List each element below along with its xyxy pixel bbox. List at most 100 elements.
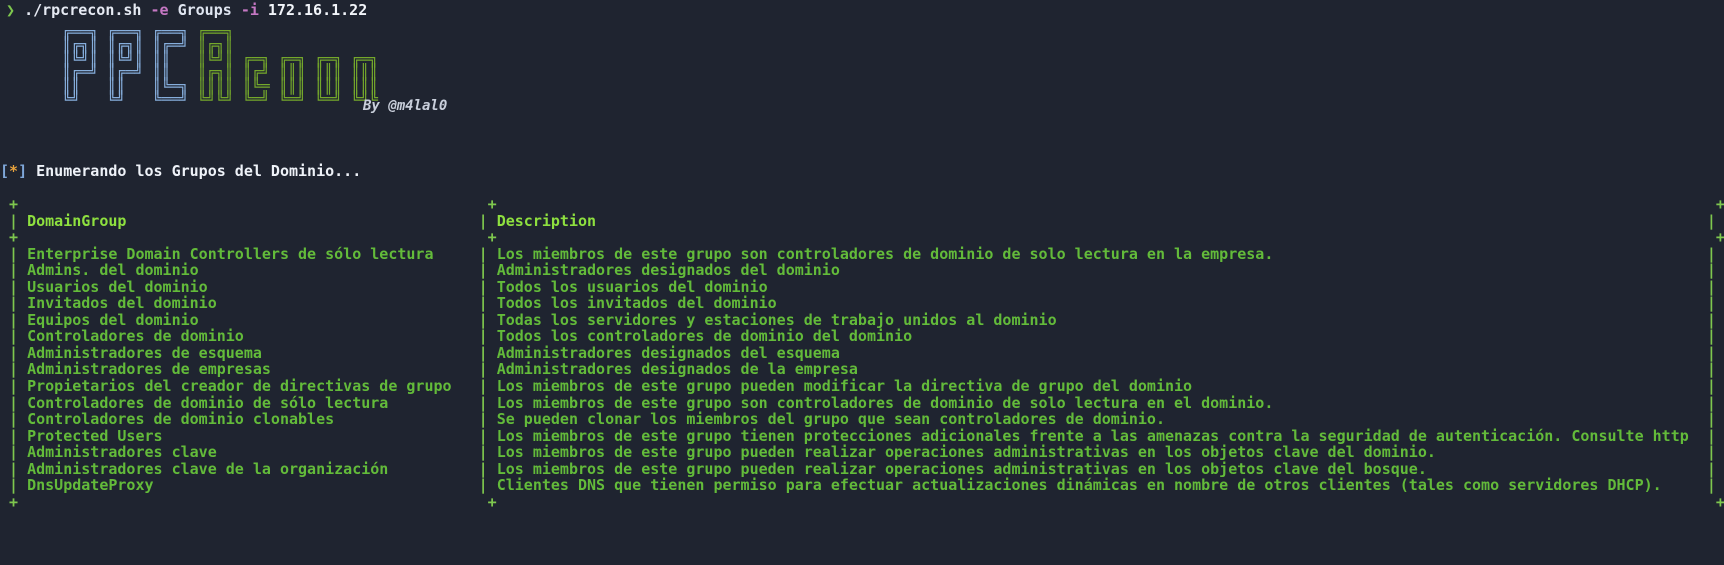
table-row: | Administradores clave | Los miembros d… <box>0 444 1724 461</box>
table-row: | Administradores clave de la organizaci… <box>0 459 1724 478</box>
table-bottom-border: + + + <box>0 494 1724 511</box>
table-row-col2: Los miembros de este grupo son controlad… <box>496 393 1707 412</box>
table-row-col2: Administradores designados de la empresa <box>496 360 1707 379</box>
table-row: | Administradores de esquema | Administr… <box>0 345 1724 362</box>
table-row-col2: Todos los invitados del dominio <box>496 294 1707 313</box>
table-border: | <box>478 393 497 412</box>
table-row-col1: Invitados del dominio <box>27 294 479 313</box>
table-border: | <box>478 277 497 296</box>
table-border: | <box>0 426 28 445</box>
table-row-col2: Administradores designados del dominio <box>496 261 1707 280</box>
table-row-col1: Administradores de esquema <box>27 343 479 362</box>
table-header-row: | DomainGroup | Description | <box>0 211 1724 230</box>
table-row-col1: Administradores de empresas <box>27 360 479 379</box>
table-row: | Invitados del dominio | Todos los invi… <box>0 295 1724 312</box>
table-row-col1: DnsUpdateProxy <box>27 476 479 495</box>
table-border: | <box>0 343 28 362</box>
table-row-col1: Admins. del dominio <box>27 261 479 280</box>
table-row: | Controladores de dominio clonables | S… <box>0 411 1724 428</box>
table-border: | <box>478 459 497 478</box>
table-border: | <box>0 211 28 230</box>
table-border: | <box>478 310 497 329</box>
table-row-col1: Administradores clave de la organización <box>27 459 479 478</box>
table-border: | <box>1706 476 1716 495</box>
shell-prompt-line: ❯ ./rpcrecon.sh -e Groups -i 172.16.1.22 <box>6 0 367 20</box>
table-row-col2: Los miembros de este grupo son controlad… <box>496 244 1707 263</box>
table-row: | Admins. del dominio | Administradores … <box>0 262 1724 279</box>
status-marker-icon: * <box>9 162 19 180</box>
table-border: | <box>1706 410 1716 429</box>
table-border: | <box>1706 310 1716 329</box>
table-row: | Enterprise Domain Controllers de sólo … <box>0 244 1724 263</box>
table-border: + + + <box>0 492 1724 511</box>
table-border: | <box>1706 393 1716 412</box>
prompt-flag-i: -i <box>240 1 259 19</box>
table-border: | <box>0 261 28 280</box>
table-row-col1: Controladores de dominio de sólo lectura <box>27 393 479 412</box>
table-row-col2: Clientes DNS que tienen permiso para efe… <box>496 476 1707 495</box>
table-row: | Administradores de empresas | Administ… <box>0 361 1724 378</box>
table-border: | <box>1706 360 1716 379</box>
table-row-col2: Todas los servidores y estaciones de tra… <box>496 310 1707 329</box>
table-border: | <box>0 360 28 379</box>
table-row-col1: Controladores de dominio clonables <box>27 410 479 429</box>
table-border: | <box>0 277 28 296</box>
table-border: | <box>478 443 497 462</box>
table-border: | <box>478 327 497 346</box>
status-message: Enumerando los Grupos del Dominio... <box>36 162 362 180</box>
table-row-col2: Todos los usuarios del dominio <box>496 277 1707 296</box>
banner-byline: By @m4lal0 <box>363 98 448 114</box>
table-border: | <box>1706 443 1716 462</box>
table-row-col2: Todos los controladores de dominio del d… <box>496 327 1707 346</box>
table-border: | <box>0 410 28 429</box>
table-row: | Equipos del dominio | Todas los servid… <box>0 312 1724 329</box>
table-row: | Controladores de dominio de sólo lectu… <box>0 393 1724 412</box>
table-border: | <box>0 377 28 396</box>
table-row-col1: Usuarios del dominio <box>27 277 479 296</box>
table-border: | <box>1706 277 1716 296</box>
table-row-col1: Enterprise Domain Controllers de sólo le… <box>27 244 479 263</box>
prompt-arg-enum: Groups <box>177 1 232 19</box>
table-border: | <box>1706 261 1716 280</box>
status-bracket-close: ] <box>18 162 28 180</box>
table-border: | <box>478 360 497 379</box>
table-border: | <box>1706 459 1716 478</box>
table-border: | <box>0 327 28 346</box>
prompt-flag-e: -e <box>150 1 169 19</box>
table-row-col1: Controladores de dominio <box>27 327 479 346</box>
table-border: | <box>0 443 28 462</box>
table-border: | <box>478 410 497 429</box>
table-row-col1: Propietarios del creador de directivas d… <box>27 377 479 396</box>
table-border: + + + <box>0 195 1724 213</box>
table-header-row-col2: Description <box>496 211 1707 230</box>
table-border: | <box>478 476 497 495</box>
prompt-command: ./rpcrecon.sh <box>24 1 142 19</box>
status-bracket-open: [ <box>0 162 10 180</box>
table-header-row-col1: DomainGroup <box>27 211 479 230</box>
table-border: | <box>478 377 497 396</box>
table-top-border: + + + <box>0 196 1724 213</box>
ascii-art-banner: ╔══╗ ╔══╗ ╔══╗ ╔══╗ ║╔╗║ ║╔╗║ ║╔═╝ ║╔╗║ … <box>62 25 379 109</box>
table-border: | <box>0 244 28 263</box>
prompt-arg-ip: 172.16.1.22 <box>267 1 368 19</box>
table-row-col2: Los miembros de este grupo tienen protec… <box>496 426 1707 445</box>
table-border: | <box>478 294 497 313</box>
table-border: | <box>1706 211 1716 230</box>
table-row: | Propietarios del creador de directivas… <box>0 378 1724 395</box>
table-row-col2: Los miembros de este grupo pueden realiz… <box>496 459 1707 478</box>
table-border: | <box>0 459 28 478</box>
table-row-col2: Los miembros de este grupo pueden realiz… <box>496 443 1707 462</box>
table-row: | DnsUpdateProxy | Clientes DNS que tien… <box>0 477 1724 494</box>
table-header-separator: + + + <box>0 229 1724 246</box>
banner-row6-right: ╚╝╚╝ ╚═╝ ╚═╝ ╚═╝ ╚╝╚ <box>197 90 379 109</box>
table-row-col2: Se pueden clonar los miembros del grupo … <box>496 410 1707 429</box>
table-border: | <box>478 244 497 263</box>
table-border: | <box>0 310 28 329</box>
status-line: [*] Enumerando los Grupos del Dominio... <box>0 163 361 180</box>
table-row: | Usuarios del dominio | Todos los usuar… <box>0 277 1724 296</box>
prompt-caret-icon: ❯ <box>6 1 16 19</box>
table-row-col2: Los miembros de este grupo pueden modifi… <box>496 377 1707 396</box>
table-border: | <box>1706 377 1716 396</box>
table-row-col1: Equipos del dominio <box>27 310 479 329</box>
table-border: | <box>478 211 497 230</box>
